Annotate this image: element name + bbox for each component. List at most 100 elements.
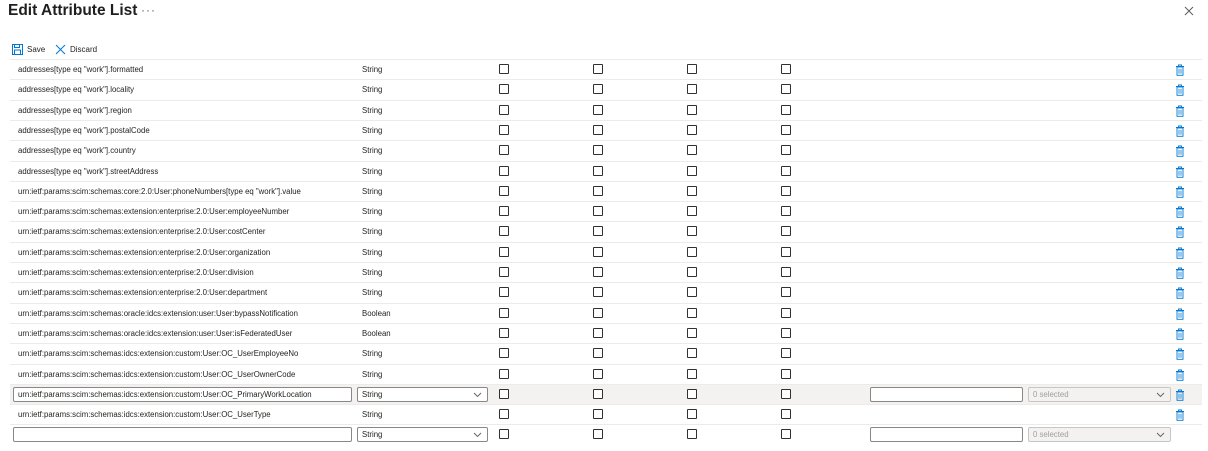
row-checkbox-4[interactable] bbox=[781, 185, 791, 196]
row-checkbox-4[interactable] bbox=[781, 409, 791, 420]
row-checkbox-2[interactable] bbox=[593, 348, 603, 359]
trash-icon[interactable] bbox=[1175, 389, 1185, 401]
row-checkbox-1[interactable] bbox=[499, 348, 509, 359]
row-checkbox-1[interactable] bbox=[499, 64, 509, 74]
row-checkbox-2[interactable] bbox=[593, 307, 603, 318]
row-checkbox-1[interactable] bbox=[499, 124, 509, 135]
type-dropdown[interactable]: String bbox=[357, 386, 488, 402]
new-multi-select-dropdown[interactable]: 0 selected bbox=[1028, 427, 1171, 443]
trash-icon[interactable] bbox=[1175, 409, 1185, 421]
row-checkbox-1[interactable] bbox=[499, 145, 509, 156]
trash-icon[interactable] bbox=[1175, 247, 1185, 259]
row-checkbox-4[interactable] bbox=[781, 84, 791, 95]
new-type-dropdown[interactable]: String bbox=[357, 427, 488, 443]
row-checkbox-2[interactable] bbox=[593, 145, 603, 156]
attribute-name-input[interactable]: urn:ietf:params:scim:schemas:idcs:extens… bbox=[13, 386, 352, 402]
row-checkbox-3[interactable] bbox=[687, 226, 697, 237]
row-checkbox-4[interactable] bbox=[781, 327, 791, 338]
row-checkbox-2[interactable] bbox=[593, 165, 603, 176]
edit-row-checkbox-4[interactable] bbox=[781, 388, 791, 399]
row-checkbox-1[interactable] bbox=[499, 287, 509, 298]
row-checkbox-2[interactable] bbox=[593, 226, 603, 237]
row-checkbox-4[interactable] bbox=[781, 307, 791, 318]
save-button[interactable]: Save bbox=[12, 42, 45, 56]
trash-icon[interactable] bbox=[1175, 64, 1185, 76]
edit-row-checkbox-1[interactable] bbox=[499, 388, 509, 399]
new-row-checkbox-1[interactable] bbox=[499, 429, 509, 440]
trash-icon[interactable] bbox=[1175, 125, 1185, 137]
row-checkbox-3[interactable] bbox=[687, 267, 697, 277]
row-checkbox-3[interactable] bbox=[687, 124, 697, 135]
row-checkbox-1[interactable] bbox=[499, 368, 509, 379]
row-checkbox-1[interactable] bbox=[499, 327, 509, 338]
row-checkbox-4[interactable] bbox=[781, 145, 791, 156]
row-checkbox-1[interactable] bbox=[499, 267, 509, 277]
new-row-checkbox-3[interactable] bbox=[687, 429, 697, 440]
row-checkbox-3[interactable] bbox=[687, 185, 697, 196]
row-checkbox-3[interactable] bbox=[687, 246, 697, 257]
discard-button[interactable]: Discard bbox=[55, 42, 97, 56]
row-checkbox-1[interactable] bbox=[499, 185, 509, 196]
row-checkbox-2[interactable] bbox=[593, 185, 603, 196]
edit-row-checkbox-3[interactable] bbox=[687, 388, 697, 399]
trash-icon[interactable] bbox=[1175, 186, 1185, 198]
row-checkbox-2[interactable] bbox=[593, 206, 603, 217]
row-checkbox-4[interactable] bbox=[781, 287, 791, 298]
row-checkbox-1[interactable] bbox=[499, 226, 509, 237]
new-mapping-input[interactable] bbox=[870, 427, 1023, 443]
row-checkbox-4[interactable] bbox=[781, 124, 791, 135]
row-checkbox-3[interactable] bbox=[687, 165, 697, 176]
row-checkbox-3[interactable] bbox=[687, 409, 697, 420]
row-checkbox-3[interactable] bbox=[687, 145, 697, 156]
row-checkbox-4[interactable] bbox=[781, 104, 791, 115]
row-checkbox-2[interactable] bbox=[593, 124, 603, 135]
row-checkbox-2[interactable] bbox=[593, 368, 603, 379]
trash-icon[interactable] bbox=[1175, 267, 1185, 279]
trash-icon[interactable] bbox=[1175, 226, 1185, 239]
row-checkbox-2[interactable] bbox=[593, 327, 603, 338]
new-row-checkbox-4[interactable] bbox=[781, 429, 791, 440]
more-options-button[interactable]: ··· bbox=[141, 3, 156, 17]
multi-select-dropdown[interactable]: 0 selected bbox=[1028, 386, 1171, 402]
row-checkbox-1[interactable] bbox=[499, 84, 509, 95]
row-checkbox-4[interactable] bbox=[781, 246, 791, 257]
row-checkbox-1[interactable] bbox=[499, 104, 509, 115]
row-checkbox-4[interactable] bbox=[781, 368, 791, 379]
row-checkbox-3[interactable] bbox=[687, 368, 697, 379]
trash-icon[interactable] bbox=[1175, 105, 1185, 117]
row-checkbox-2[interactable] bbox=[593, 84, 603, 95]
trash-icon[interactable] bbox=[1175, 328, 1185, 340]
row-checkbox-4[interactable] bbox=[781, 226, 791, 237]
row-checkbox-3[interactable] bbox=[687, 206, 697, 217]
new-attribute-name-input[interactable] bbox=[13, 427, 352, 443]
trash-icon[interactable] bbox=[1175, 348, 1185, 360]
row-checkbox-1[interactable] bbox=[499, 307, 509, 318]
row-checkbox-1[interactable] bbox=[499, 206, 509, 217]
edit-row-checkbox-2[interactable] bbox=[593, 388, 603, 399]
trash-icon[interactable] bbox=[1175, 84, 1185, 97]
trash-icon[interactable] bbox=[1175, 166, 1185, 178]
row-checkbox-3[interactable] bbox=[687, 84, 697, 95]
row-checkbox-2[interactable] bbox=[593, 64, 603, 74]
row-checkbox-1[interactable] bbox=[499, 165, 509, 176]
row-checkbox-3[interactable] bbox=[687, 348, 697, 359]
row-checkbox-1[interactable] bbox=[499, 246, 509, 257]
row-checkbox-2[interactable] bbox=[593, 267, 603, 277]
row-checkbox-4[interactable] bbox=[781, 206, 791, 217]
trash-icon[interactable] bbox=[1175, 287, 1185, 300]
row-checkbox-2[interactable] bbox=[593, 287, 603, 298]
row-checkbox-4[interactable] bbox=[781, 348, 791, 359]
row-checkbox-4[interactable] bbox=[781, 64, 791, 74]
row-checkbox-3[interactable] bbox=[687, 327, 697, 338]
trash-icon[interactable] bbox=[1175, 145, 1185, 157]
row-checkbox-3[interactable] bbox=[687, 287, 697, 298]
row-checkbox-3[interactable] bbox=[687, 307, 697, 318]
trash-icon[interactable] bbox=[1175, 206, 1185, 218]
row-checkbox-4[interactable] bbox=[781, 267, 791, 277]
trash-icon[interactable] bbox=[1175, 369, 1185, 381]
row-checkbox-2[interactable] bbox=[593, 409, 603, 420]
row-checkbox-4[interactable] bbox=[781, 165, 791, 176]
row-checkbox-3[interactable] bbox=[687, 64, 697, 74]
row-checkbox-2[interactable] bbox=[593, 246, 603, 257]
new-row-checkbox-2[interactable] bbox=[593, 429, 603, 440]
